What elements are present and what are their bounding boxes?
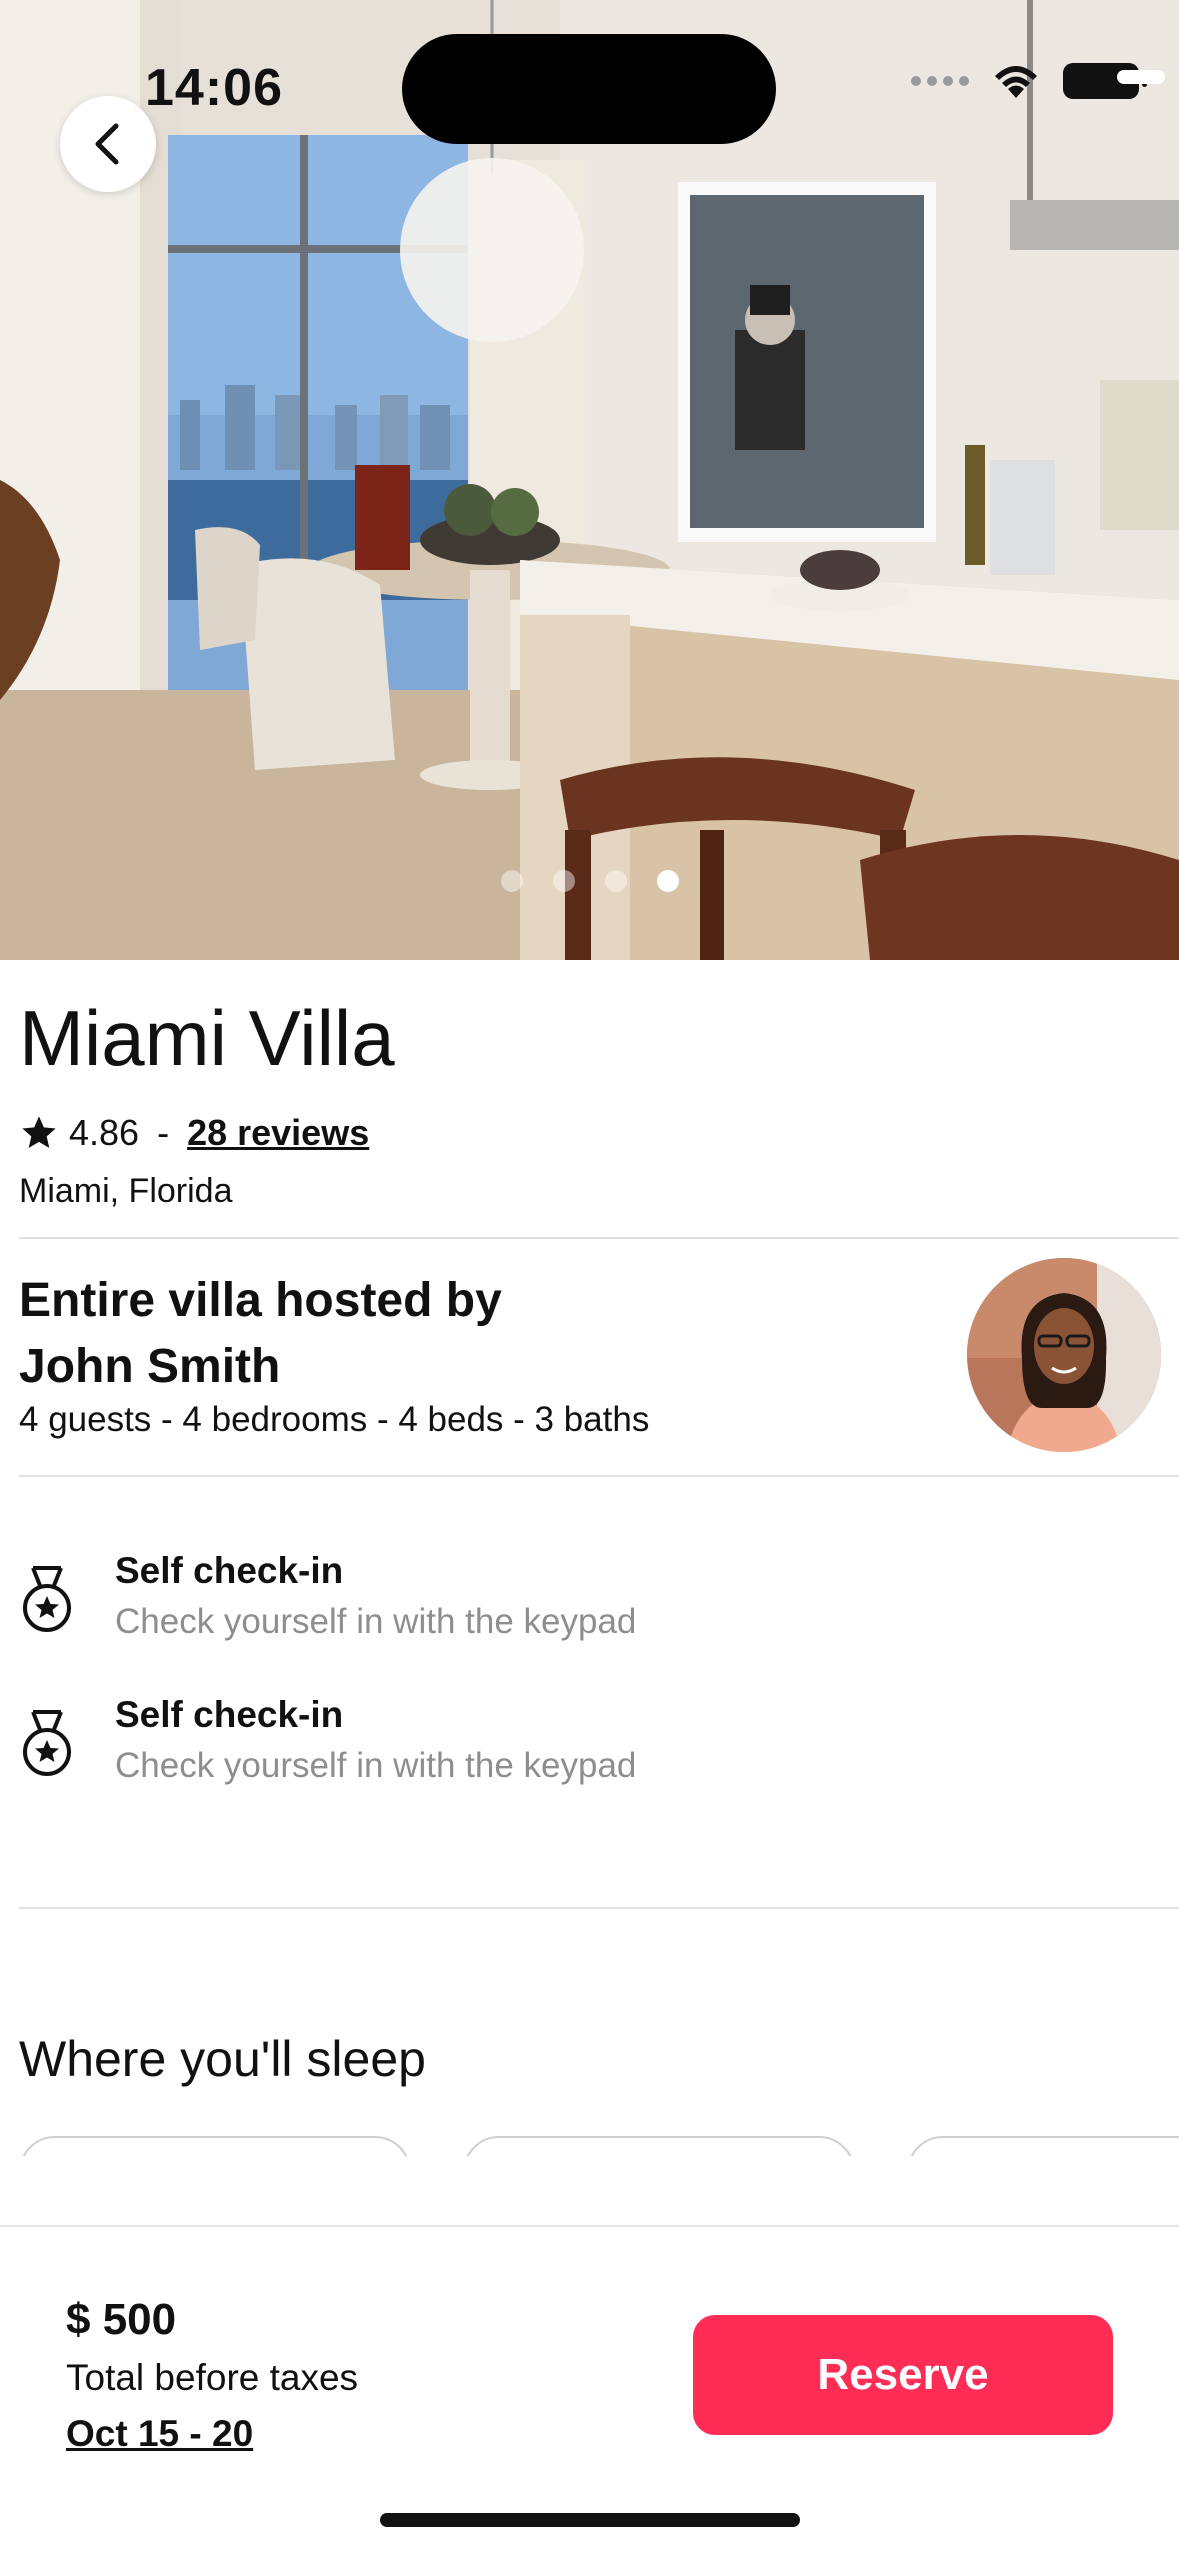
host-title: Entire villa hosted by John Smith (19, 1274, 502, 1393)
home-indicator[interactable] (380, 2513, 800, 2527)
chevron-left-icon (95, 123, 119, 165)
wifi-icon (995, 66, 1037, 98)
status-time: 14:06 (145, 59, 283, 117)
reserve-button[interactable]: Reserve (693, 2315, 1113, 2435)
dates-link[interactable]: Oct 15 - 20 (66, 2413, 253, 2455)
page-dot[interactable] (552, 870, 575, 892)
rating-row: 4.86 - 28 reviews (19, 1112, 369, 1154)
price-note: Total before taxes (66, 2357, 359, 2398)
feature-subtitle: Check yourself in with the keypad (115, 1746, 637, 1785)
booking-bar: $ 500 Total before taxes Oct 15 - 20 Res… (0, 2225, 1179, 2556)
photo-page-indicator[interactable] (0, 870, 1179, 892)
interior-photo (0, 0, 1179, 960)
feature-title: Self check-in (115, 1550, 344, 1591)
page-dot[interactable] (604, 870, 627, 892)
section-title-sleep: Where you'll sleep (19, 2031, 426, 2087)
page-dot-active[interactable] (656, 870, 679, 892)
medal-icon (23, 1710, 71, 1776)
status-indicator (1117, 70, 1165, 84)
page-dot[interactable] (500, 870, 523, 892)
feature-subtitle: Check yourself in with the keypad (115, 1602, 637, 1641)
feature-title: Self check-in (115, 1694, 344, 1735)
bedroom-card[interactable] (907, 2136, 1179, 2156)
divider (19, 1237, 1179, 1239)
star-icon (22, 1116, 56, 1148)
medal-icon (23, 1566, 71, 1632)
host-avatar[interactable] (967, 1258, 1161, 1452)
rating-value: 4.86 (69, 1112, 140, 1153)
bedroom-card[interactable] (19, 2136, 411, 2156)
dynamic-island (402, 34, 776, 144)
sleep-card-carousel[interactable] (19, 2136, 1179, 2156)
listing-photo[interactable]: 14:06 (0, 0, 1179, 960)
rating-separator: - (157, 1112, 170, 1153)
bedroom-card[interactable] (463, 2136, 855, 2156)
listing-location: Miami, Florida (19, 1172, 233, 1210)
host-photo (967, 1258, 1161, 1452)
reviews-link[interactable]: 28 reviews (187, 1112, 369, 1154)
cellular-signal-icon (911, 76, 969, 86)
divider (19, 1907, 1179, 1909)
price: $ 500 (66, 2295, 177, 2344)
listing-capacity: 4 guests - 4 bedrooms - 4 beds - 3 baths (19, 1400, 650, 1439)
divider (19, 1475, 1179, 1477)
listing-title: Miami Villa (19, 994, 395, 1082)
status-icons (911, 62, 1147, 100)
back-button[interactable] (60, 96, 156, 192)
